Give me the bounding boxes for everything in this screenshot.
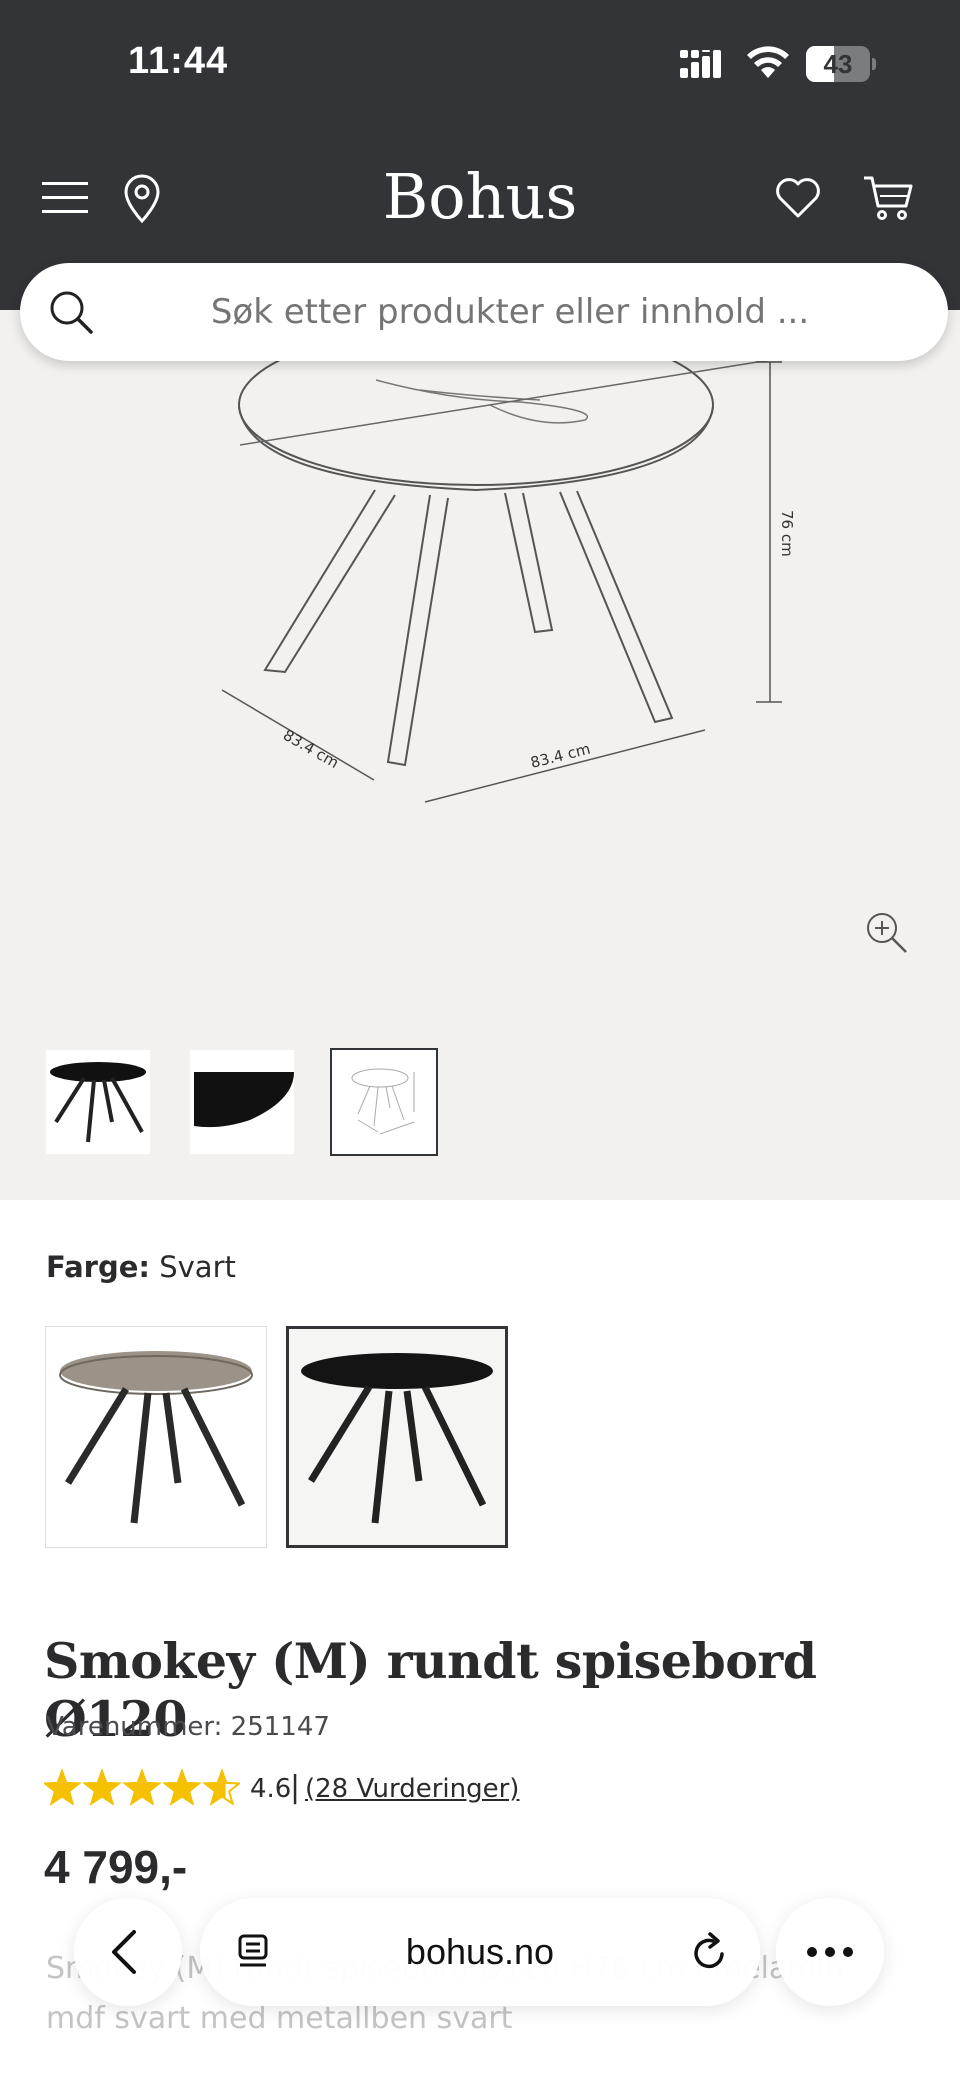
reload-icon[interactable] <box>688 1930 732 1974</box>
search-icon <box>50 291 93 334</box>
menu-icon[interactable] <box>42 178 88 218</box>
tabletop-edge-thumbnail[interactable] <box>190 1050 294 1154</box>
more-icon <box>807 1947 853 1957</box>
zoom-in-icon[interactable] <box>864 910 910 956</box>
rating-value: 4.6 <box>250 1774 292 1804</box>
cellular-signal-icon <box>680 50 721 78</box>
reviews-link[interactable]: (28 Vurderinger) <box>305 1774 519 1804</box>
status-time: 11:44 <box>128 40 229 82</box>
color-value: Svart <box>159 1250 236 1284</box>
battery-percent: 43 <box>823 49 853 79</box>
star-icon <box>84 1771 120 1804</box>
product-sku: Varenummer: 251147 <box>46 1712 330 1742</box>
color-label: Farge: Svart <box>46 1250 236 1284</box>
oak-table-swatch[interactable] <box>45 1326 267 1548</box>
location-pin-icon[interactable] <box>120 174 164 224</box>
product-price: 4 799,- <box>44 1841 188 1893</box>
black-table-swatch[interactable] <box>286 1326 508 1548</box>
bohus-logo[interactable]: Bohus <box>330 160 630 233</box>
depth-dimension-label: 83.4 cm <box>280 726 342 772</box>
battery-icon: 43 <box>806 46 876 82</box>
product-gallery: 76 cm 83.4 cm 83.4 cm <box>0 310 960 1200</box>
back-button[interactable] <box>74 1898 182 2006</box>
rating-separator: | <box>290 1770 301 1805</box>
star-icon <box>164 1771 200 1804</box>
search-input[interactable] <box>120 263 900 361</box>
search-bar[interactable] <box>20 263 948 361</box>
black-table-thumbnail[interactable] <box>46 1050 150 1154</box>
back-icon <box>112 1930 136 1974</box>
address-bar[interactable]: bohus.no <box>200 1898 760 2006</box>
dimension-sketch-thumbnail[interactable] <box>330 1048 438 1156</box>
tabs-icon[interactable] <box>234 1932 274 1972</box>
color-label-key: Farge: <box>46 1250 151 1284</box>
heart-icon[interactable] <box>774 174 822 220</box>
wifi-icon <box>747 46 789 78</box>
star-icon <box>44 1771 80 1804</box>
star-icon <box>124 1771 160 1804</box>
more-button[interactable] <box>776 1898 884 2006</box>
url-text[interactable]: bohus.no <box>330 1898 630 2006</box>
table-dimension-drawing[interactable]: 76 cm 83.4 cm 83.4 cm <box>0 310 960 1010</box>
star-rating <box>44 1768 240 1806</box>
cart-icon[interactable] <box>862 174 914 222</box>
height-dimension-label: 76 cm <box>778 510 796 557</box>
